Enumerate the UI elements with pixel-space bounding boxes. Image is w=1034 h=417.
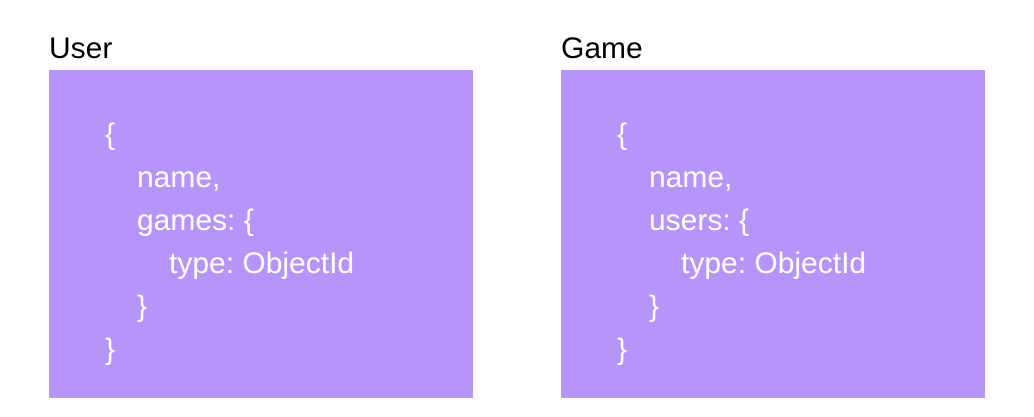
code-line-users-field: users: { <box>649 204 750 237</box>
user-schema-box: { name, games: { type: ObjectId } } <box>49 70 473 398</box>
code-line-name-field: name, <box>137 161 221 194</box>
game-schema-title: Game <box>561 32 643 65</box>
code-line-games-field: games: { <box>137 204 254 237</box>
code-line-type-field: type: ObjectId <box>169 247 355 280</box>
game-schema-box: { name, users: { type: ObjectId } } <box>561 70 985 398</box>
code-line-inner-close-brace: } <box>137 290 148 323</box>
code-line-close-brace: } <box>105 333 116 366</box>
game-schema-panel: Game { name, users: { type: ObjectId } } <box>561 30 985 398</box>
user-schema-panel: User { name, games: { type: ObjectId } } <box>49 30 473 398</box>
code-line-name-field: name, <box>649 161 733 194</box>
code-line-close-brace: } <box>617 333 628 366</box>
code-line-type-field: type: ObjectId <box>681 247 867 280</box>
code-line-open-brace: { <box>105 118 116 151</box>
code-line-open-brace: { <box>617 118 628 151</box>
code-line-inner-close-brace: } <box>649 290 660 323</box>
user-schema-title: User <box>49 32 113 65</box>
